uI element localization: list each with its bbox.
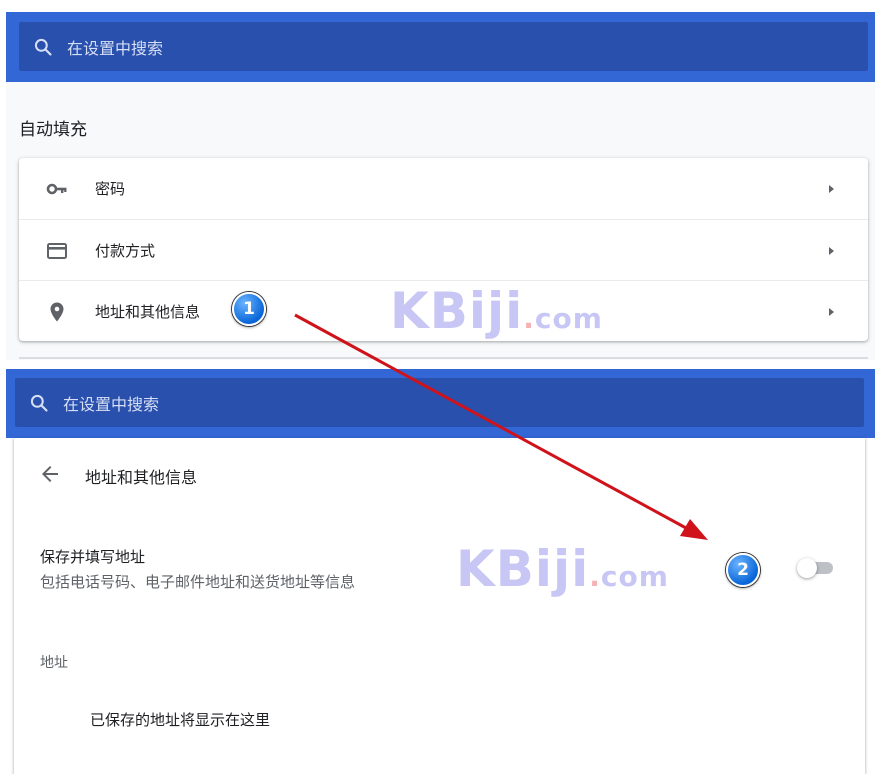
step-badge-2: 2 [726,553,760,587]
step-badge-1: 1 [232,292,266,326]
annotation-arrow [294,313,708,540]
